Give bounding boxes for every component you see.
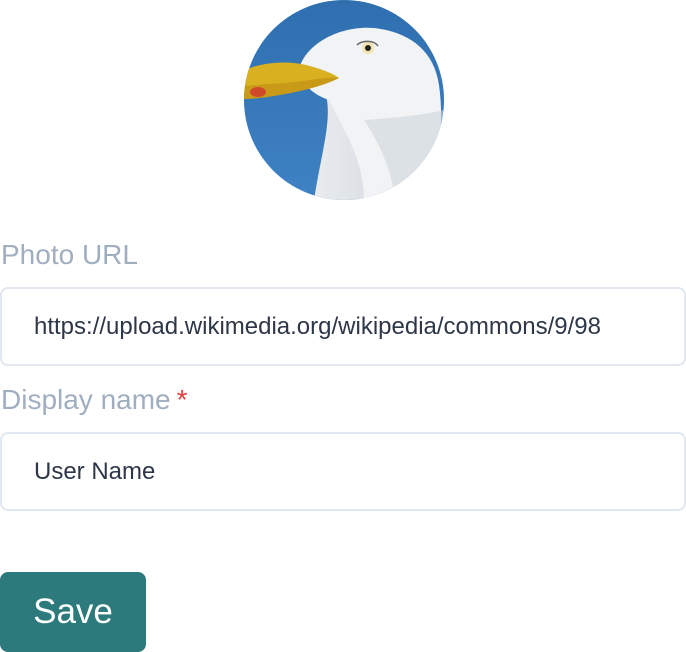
- avatar: [244, 0, 444, 200]
- required-marker: *: [176, 384, 188, 415]
- seagull-photo: [244, 0, 444, 200]
- photo-url-label-text: Photo URL: [1, 239, 138, 270]
- photo-url-input[interactable]: [0, 287, 686, 366]
- profile-form: Photo URL Display name* Save: [0, 0, 686, 652]
- photo-url-label: Photo URL: [1, 241, 138, 269]
- save-button[interactable]: Save: [0, 572, 146, 652]
- display-name-label-text: Display name: [1, 384, 171, 415]
- display-name-input[interactable]: [0, 432, 686, 511]
- display-name-label: Display name *: [1, 386, 188, 414]
